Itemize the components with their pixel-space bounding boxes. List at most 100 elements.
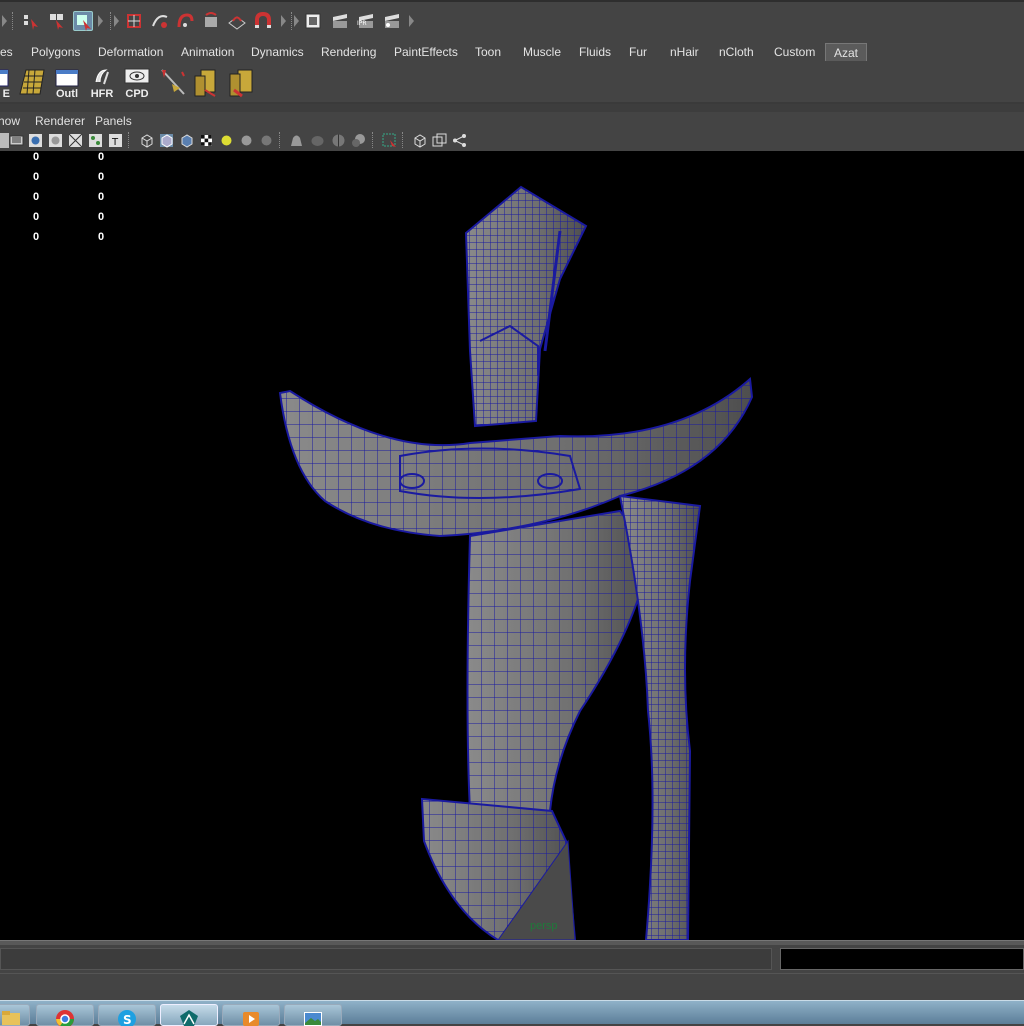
isolate-select-icon[interactable] — [289, 133, 304, 148]
resolution-gate-icon[interactable] — [28, 133, 43, 148]
collapse-arrow-icon[interactable] — [114, 15, 119, 27]
texture-icon[interactable] — [199, 133, 214, 148]
shelf-button-extrude[interactable] — [191, 66, 223, 100]
collapse-arrow-icon[interactable] — [281, 15, 286, 27]
taskbar-chrome[interactable] — [36, 1004, 94, 1026]
tab-animation[interactable]: Animation — [177, 43, 238, 61]
menu-renderer[interactable]: Renderer — [35, 114, 85, 128]
shelf-button-outliner[interactable]: Outl — [51, 66, 83, 100]
divider — [0, 104, 1024, 112]
ipr-render-icon[interactable]: IPR — [356, 11, 376, 31]
shelf-button-uv[interactable] — [16, 66, 48, 100]
safe-title-icon[interactable]: T — [108, 133, 123, 148]
windows-taskbar: S — [0, 1000, 1024, 1026]
hfr-icon — [95, 69, 109, 85]
tab-dynamics[interactable]: Dynamics — [247, 43, 308, 61]
camera-attributes-icon[interactable] — [0, 133, 9, 148]
help-line — [0, 973, 1024, 1000]
taskbar-skype[interactable]: S — [98, 1004, 156, 1026]
shelf-button-extrude-red[interactable] — [226, 66, 258, 100]
menu-show[interactable]: how — [0, 114, 20, 128]
pommel — [464, 185, 588, 428]
panel-toolbar: T — [0, 130, 1024, 151]
outliner-icon — [55, 69, 79, 87]
select-object-icon[interactable] — [47, 11, 67, 31]
frame-all-icon[interactable] — [412, 133, 427, 148]
share-nodes-icon[interactable] — [452, 133, 467, 148]
collapse-arrow-icon[interactable] — [294, 15, 299, 27]
tab-nhair[interactable]: nHair — [666, 43, 703, 61]
tab-painteffects[interactable]: PaintEffects — [390, 43, 462, 61]
select-component-icon[interactable] — [73, 11, 93, 31]
separator — [128, 132, 133, 148]
ambient-occlusion-icon[interactable] — [310, 133, 325, 148]
status-line-toolbar: IPR — [0, 0, 1024, 40]
window-icon — [0, 69, 9, 87]
anti-aliasing-icon[interactable] — [351, 133, 366, 148]
taskbar-image-viewer[interactable] — [284, 1004, 342, 1026]
xray-select-icon[interactable] — [382, 133, 397, 148]
snap-live-icon[interactable] — [227, 11, 247, 31]
shelf-button-label: CPD — [125, 88, 149, 100]
wireframe-icon[interactable] — [139, 133, 154, 148]
tab-deformation[interactable]: Deformation — [94, 43, 167, 61]
separator — [372, 132, 377, 148]
shelf-button-pivot[interactable] — [156, 66, 188, 100]
shelf-button-cpd[interactable]: CPD — [121, 66, 153, 100]
taskbar-media-player[interactable] — [222, 1004, 280, 1026]
menu-panels[interactable]: Panels — [95, 114, 132, 128]
svg-text:IPR: IPR — [357, 20, 367, 27]
select-hierarchy-icon[interactable] — [21, 11, 41, 31]
taskbar-maya[interactable] — [160, 1004, 218, 1026]
motion-blur-icon[interactable] — [331, 133, 346, 148]
shelf-button-hfr[interactable]: HFR — [86, 66, 118, 100]
tab-fur[interactable]: Fur — [625, 43, 651, 61]
extrude-red-icon — [229, 69, 253, 98]
svg-text:T: T — [111, 137, 119, 148]
shelf-tabs: es Polygons Deformation Animation Dynami… — [0, 40, 1024, 63]
folder-icon — [2, 1011, 20, 1025]
tab-polygons[interactable]: Polygons — [27, 43, 84, 61]
use-all-lights-icon[interactable] — [219, 133, 234, 148]
snap-view-plane-icon[interactable] — [201, 11, 221, 31]
snap-curve-icon[interactable] — [150, 11, 170, 31]
tab-custom[interactable]: Custom — [770, 43, 819, 61]
hq-render-icon[interactable] — [259, 133, 274, 148]
tab-surfaces[interactable]: es — [0, 43, 17, 61]
collapse-arrow-icon[interactable] — [98, 15, 103, 27]
wireframe-on-shaded-icon[interactable] — [179, 133, 194, 148]
smooth-shade-icon[interactable] — [159, 133, 174, 148]
film-gate-icon[interactable] — [9, 133, 24, 148]
tab-toon[interactable]: Toon — [471, 43, 505, 61]
shadows-icon[interactable] — [239, 133, 254, 148]
tab-azat[interactable]: Azat — [825, 43, 867, 61]
tab-ncloth[interactable]: nCloth — [715, 43, 758, 61]
shelf-button-window[interactable]: E — [0, 66, 10, 100]
dagger-mesh[interactable] — [0, 151, 1024, 940]
collapse-arrow-icon[interactable] — [409, 15, 414, 27]
tab-muscle[interactable]: Muscle — [519, 43, 565, 61]
safe-action-icon[interactable] — [88, 133, 103, 148]
svg-text:S: S — [123, 1013, 132, 1026]
command-result-field — [780, 948, 1024, 970]
snap-grid-icon[interactable] — [124, 11, 144, 31]
pivot-tool-icon — [161, 69, 185, 95]
taskbar-folder[interactable] — [0, 1004, 30, 1026]
field-chart-icon[interactable] — [68, 133, 83, 148]
perspective-viewport[interactable]: 0 0 0 0 0 0 0 0 0 0 persp — [0, 151, 1024, 940]
snap-point-icon[interactable] — [175, 11, 195, 31]
render-frame-icon[interactable] — [330, 11, 350, 31]
tab-rendering[interactable]: Rendering — [317, 43, 380, 61]
camera-label: persp — [530, 920, 558, 932]
magnet-icon[interactable] — [253, 11, 273, 31]
render-view-icon[interactable] — [303, 11, 323, 31]
shelf: E Outl HFR CPD — [0, 62, 1024, 104]
render-settings-icon[interactable] — [382, 11, 402, 31]
frame-selected-icon[interactable] — [432, 133, 447, 148]
tab-fluids[interactable]: Fluids — [575, 43, 615, 61]
image-viewer-icon — [304, 1012, 322, 1026]
gate-mask-icon[interactable] — [48, 133, 63, 148]
command-input[interactable] — [0, 948, 772, 970]
collapse-arrow-icon[interactable] — [2, 15, 7, 27]
cpd-icon — [124, 68, 150, 84]
